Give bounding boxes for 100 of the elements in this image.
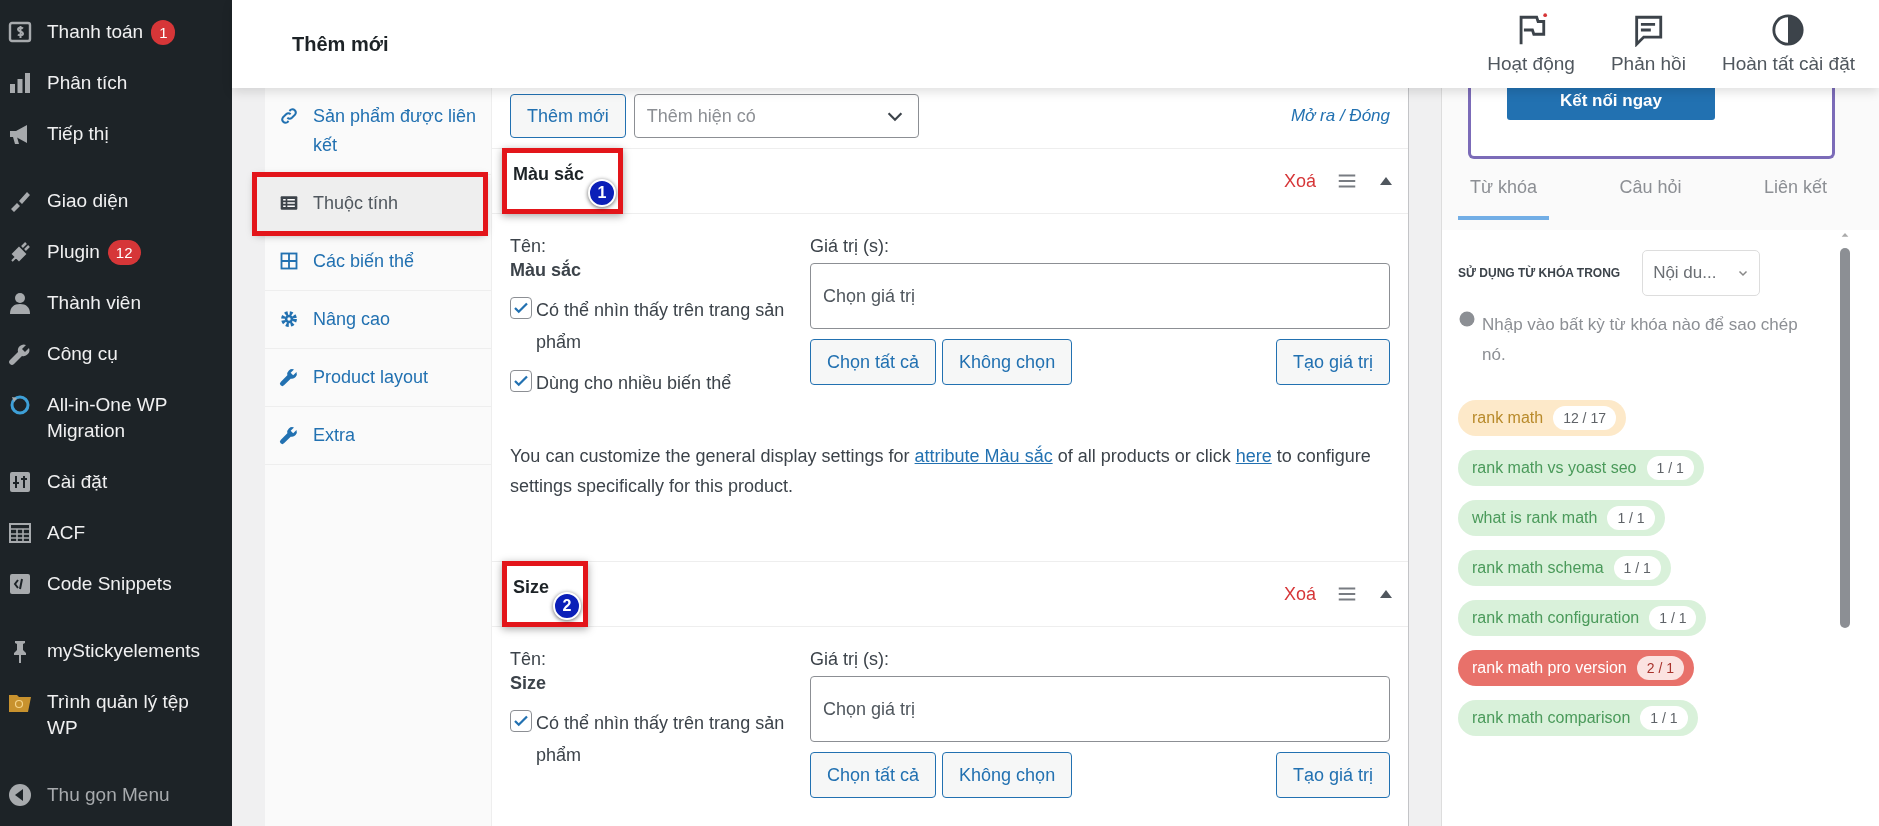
menu-item[interactable]: Tiếp thị [0,108,232,159]
keyword-count: 2 / 1 [1636,656,1684,680]
wrench-icon [279,425,299,445]
select-button[interactable]: Không chọn [942,339,1073,385]
create-value-button[interactable]: Tạo giá trị [1275,752,1390,798]
menu-item-label: Code Snippets [47,572,172,596]
keyword-chip[interactable]: rank math vs yoast seo 1 / 1 [1458,450,1704,486]
checkbox[interactable] [510,297,532,319]
menu-item[interactable]: Giao diện [0,175,232,226]
menu-item-label: Phân tích [47,71,128,95]
connect-button[interactable]: Kết nối ngay [1507,88,1715,120]
menu-item[interactable]: Code Snippets [0,558,232,609]
attribute-name-value: Size [510,673,548,694]
add-new-button[interactable]: Thêm mới [510,94,626,138]
keyword-count: 1 / 1 [1649,606,1697,630]
field-label: Tên: [510,236,548,257]
menu-item-label: Cài đặt [47,470,108,494]
product-tab[interactable]: Thuộc tính [255,175,485,233]
count-badge: 1 [151,19,176,45]
select-button[interactable]: Không chọn [942,752,1073,798]
collapse-menu-button[interactable]: Thu gọn Menu [0,769,232,820]
link-icon [279,106,299,126]
attribute-name: Size [513,576,550,598]
menu-item-label: Thành viên [47,291,141,315]
content-select[interactable]: Nội du... [1642,250,1761,296]
keyword-chip[interactable]: rank math pro version 2 / 1 [1458,650,1694,686]
sliders-icon [8,470,32,494]
user-icon [8,291,32,315]
description-text: You can customize the general display settings for attribute Màu sắc of all products or click here to configure settings specifically for this product. [492,407,1408,562]
menu-item-label: Tiếp thị [47,122,109,146]
menu-item[interactable]: Trình quản lý tệp WP [0,676,232,753]
toolbar-button[interactable]: Hoàn tất cài đặt [1703,13,1873,75]
hint-text: Nhập vào bất kỳ từ khóa nào để sao chép nó. [1482,314,1799,366]
wrench-icon [8,342,32,366]
list-card-icon [279,193,299,213]
product-tab[interactable]: Product layout [265,349,491,407]
menu-item-label: Giao diện [47,189,129,213]
table-icon [8,521,32,545]
keyword-count: 1 / 1 [1646,456,1694,480]
create-value-button[interactable]: Tạo giá trị [1275,339,1390,385]
left-arrow-circle-icon [8,783,32,807]
menu-item[interactable]: Plugin 12 [0,226,232,277]
menu-item-label: Plugin [47,240,100,264]
checkbox[interactable] [510,710,532,732]
menu-item-label: Thanh toán [47,20,144,44]
values-field[interactable]: Chọn giá trị [810,676,1390,742]
keyword-chip[interactable]: rank math 12 / 17 [1458,400,1626,436]
keyword-count: 1 / 1 [1613,556,1661,580]
attribute-name-value: Màu sắc [510,260,583,281]
panel-tab[interactable]: Từ khóa [1458,173,1550,220]
menu-item-label: All-in-One WP Migration [47,393,168,443]
keyword-chip[interactable]: rank math schema 1 / 1 [1458,550,1671,586]
toolbar-button[interactable]: Phản hồi [1592,13,1704,75]
panel-tab[interactable]: Câu hỏi [1607,173,1694,220]
menu-item[interactable]: Công cụ [0,328,232,379]
keyword-count: 1 / 1 [1607,506,1655,530]
dollar-icon [8,20,32,44]
select-button[interactable]: Chọn tất cả [810,752,937,798]
menu-item[interactable]: ACF [0,507,232,558]
section-heading: SỬ DỤNG TỪ KHÓA TRONG [1458,266,1621,280]
existing-attribute-select[interactable]: Thêm hiện có [633,94,919,138]
text-link[interactable]: attribute Màu sắc [914,446,1053,466]
keyword-chip[interactable]: rank math configuration 1 / 1 [1458,600,1707,636]
menu-item[interactable]: Thành viên [0,277,232,328]
remove-link[interactable]: Xoá [1283,170,1316,192]
remove-link[interactable]: Xoá [1283,583,1316,605]
checkbox-label: Dùng cho nhiều biến thể [536,372,732,395]
step-number-badge: 2 [553,592,582,620]
scroll-up-icon [1839,230,1851,240]
field-label: Giá trị (s): [810,649,890,670]
product-tab[interactable]: Các biến thể [265,233,491,291]
step-number-badge: 1 [588,179,617,207]
menu-item[interactable]: myStickyelements [0,625,232,676]
product-tab[interactable]: Nâng cao [265,291,491,349]
count-badge: 12 [107,239,141,265]
menu-item-label: Trình quản lý tệp WP [47,690,190,740]
values-field[interactable]: Chọn giá trị [810,263,1390,329]
expand-collapse-link[interactable]: Mở ra / Đóng [1290,106,1390,126]
grid-icon [279,251,299,271]
checkbox[interactable] [510,370,532,392]
menu-item[interactable]: All-in-One WP Migration [0,379,232,456]
toolbar-button[interactable]: Hoạt động [1469,13,1593,75]
keyword-chip[interactable]: what is rank math 1 / 1 [1458,500,1665,536]
menu-item[interactable]: Phân tích [0,57,232,108]
menu-item-label: Công cụ [47,342,118,366]
field-label: Tên: [510,649,548,670]
product-tab[interactable]: Extra [265,407,491,465]
checkbox-label: Có thể nhìn thấy trên trang sản phẩm [536,299,786,354]
keyword-chip[interactable]: rank math comparison 1 / 1 [1458,700,1698,736]
bar-chart-icon [8,71,32,95]
field-label: Giá trị (s): [810,236,890,257]
menu-item[interactable]: Thanh toán 1 [0,6,232,57]
attribute-name: Màu sắc [513,163,585,185]
checkbox-label: Có thể nhìn thấy trên trang sản phẩm [536,712,786,767]
keyword-count: 12 / 17 [1553,406,1616,430]
text-link[interactable]: here [1235,446,1272,466]
panel-tab[interactable]: Liên kết [1751,173,1839,220]
menu-item[interactable]: Cài đặt [0,456,232,507]
select-button[interactable]: Chọn tất cả [810,339,937,385]
keyword-count: 1 / 1 [1640,706,1688,730]
